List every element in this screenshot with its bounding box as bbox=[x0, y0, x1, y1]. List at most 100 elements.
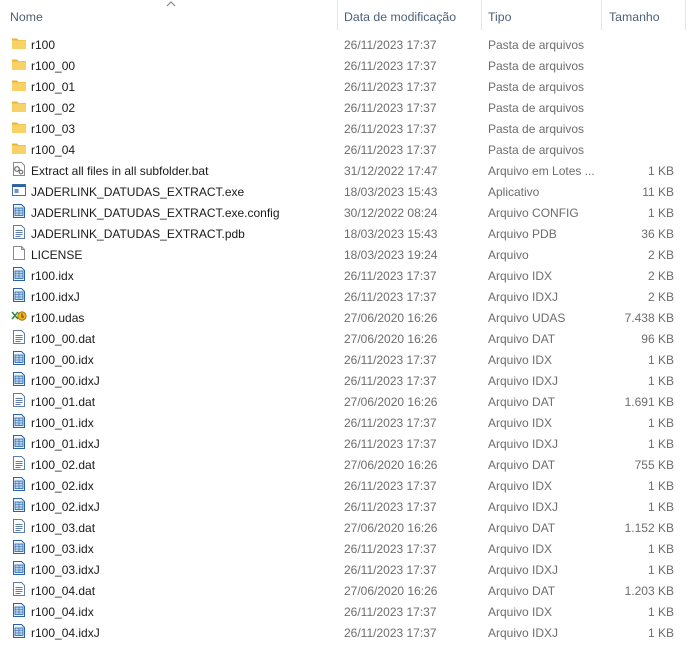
file-name[interactable]: r100_02.idx bbox=[31, 476, 94, 497]
file-type: Arquivo IDXJ bbox=[488, 626, 559, 640]
file-row[interactable]: JADERLINK_DATUDAS_EXTRACT.pdb 18/03/2023 … bbox=[0, 224, 694, 245]
folder-row[interactable]: r100_00 26/11/2023 17:37 Pasta de arquivos bbox=[0, 56, 694, 77]
file-name[interactable]: r100_00.dat bbox=[31, 329, 95, 350]
file-row[interactable]: JADERLINK_DATUDAS_EXTRACT.exe 18/03/2023 … bbox=[0, 182, 694, 203]
file-name[interactable]: r100_02.idxJ bbox=[31, 497, 100, 518]
file-modified-date: 26/11/2023 17:37 bbox=[344, 374, 437, 388]
file-name[interactable]: r100_03.idxJ bbox=[31, 560, 100, 581]
file-name[interactable]: LICENSE bbox=[31, 245, 82, 266]
file-name[interactable]: r100_01.idx bbox=[31, 413, 94, 434]
folder-icon bbox=[11, 98, 27, 114]
file-row[interactable]: LICENSE 18/03/2023 19:24 Arquivo 2 KB bbox=[0, 245, 694, 266]
file-name[interactable]: Extract all files in all subfolder.bat bbox=[31, 161, 208, 182]
column-divider[interactable] bbox=[337, 0, 338, 30]
file-type: Arquivo bbox=[488, 248, 529, 262]
file-row[interactable]: r100_00.idxJ 26/11/2023 17:37 Arquivo IDXJ… bbox=[0, 371, 694, 392]
column-header-date[interactable]: Data de modificação bbox=[344, 0, 456, 32]
file-type: Aplicativo bbox=[488, 185, 540, 199]
file-row[interactable]: r100_03.idx 26/11/2023 17:37 Arquivo IDX 1 … bbox=[0, 539, 694, 560]
file-row[interactable]: r100_03.idxJ 26/11/2023 17:37 Arquivo IDXJ… bbox=[0, 560, 694, 581]
file-size: 1 KB bbox=[647, 563, 674, 577]
batch-file-icon bbox=[11, 161, 27, 177]
column-header-bar: Nome Data de modificação Tipo Tamanho bbox=[0, 0, 694, 32]
file-modified-date: 18/03/2023 15:43 bbox=[344, 185, 438, 199]
file-row[interactable]: r100_01.idxJ 26/11/2023 17:37 Arquivo IDXJ… bbox=[0, 434, 694, 455]
file-name[interactable]: r100_00.idxJ bbox=[31, 371, 100, 392]
file-name[interactable]: r100_02.dat bbox=[31, 455, 95, 476]
file-name[interactable]: r100_03.dat bbox=[31, 518, 95, 539]
file-name[interactable]: r100_00.idx bbox=[31, 350, 94, 371]
file-name[interactable]: r100_00 bbox=[31, 56, 75, 77]
folder-row[interactable]: r100_02 26/11/2023 17:37 Pasta de arquivos bbox=[0, 98, 694, 119]
column-divider[interactable] bbox=[481, 0, 482, 30]
column-divider[interactable] bbox=[601, 0, 602, 30]
file-name[interactable]: r100.idxJ bbox=[31, 287, 80, 308]
file-type: Arquivo PDB bbox=[488, 227, 557, 241]
file-name[interactable]: r100.idx bbox=[31, 266, 74, 287]
file-row[interactable]: r100_02.idxJ 26/11/2023 17:37 Arquivo IDXJ… bbox=[0, 497, 694, 518]
file-row[interactable]: r100.idx 26/11/2023 17:37 Arquivo IDX 2 KB bbox=[0, 266, 694, 287]
file-row[interactable]: r100_01.dat 27/06/2020 16:26 Arquivo DAT 1.… bbox=[0, 392, 694, 413]
column-divider[interactable] bbox=[685, 0, 686, 30]
file-type: Arquivo DAT bbox=[488, 458, 556, 472]
file-row[interactable]: JADERLINK_DATUDAS_EXTRACT.exe.config 30/1… bbox=[0, 203, 694, 224]
file-modified-date: 27/06/2020 16:26 bbox=[344, 521, 438, 535]
file-name[interactable]: JADERLINK_DATUDAS_EXTRACT.pdb bbox=[31, 224, 245, 245]
file-size: 36 KB bbox=[641, 227, 674, 241]
file-name[interactable]: r100_01.idxJ bbox=[31, 434, 100, 455]
file-name[interactable]: r100_04 bbox=[31, 140, 75, 161]
file-type: Arquivo DAT bbox=[488, 521, 556, 535]
file-row[interactable]: r100_02.dat 27/06/2020 16:26 Arquivo DAT 75… bbox=[0, 455, 694, 476]
file-row[interactable]: r100_03.dat 27/06/2020 16:26 Arquivo DAT 1.… bbox=[0, 518, 694, 539]
file-modified-date: 26/11/2023 17:37 bbox=[344, 122, 437, 136]
file-modified-date: 26/11/2023 17:37 bbox=[344, 38, 437, 52]
file-type: Pasta de arquivos bbox=[488, 143, 585, 157]
text-file-icon bbox=[11, 455, 27, 471]
file-name[interactable]: r100_04.idx bbox=[31, 602, 94, 623]
file-modified-date: 26/11/2023 17:37 bbox=[344, 59, 437, 73]
file-size: 1.203 KB bbox=[624, 584, 674, 598]
file-type: Arquivo DAT bbox=[488, 584, 556, 598]
file-size: 2 KB bbox=[647, 248, 674, 262]
file-row[interactable]: r100_00.idx 26/11/2023 17:37 Arquivo IDX 1 … bbox=[0, 350, 694, 371]
file-size: 7.438 KB bbox=[624, 311, 674, 325]
column-header-type[interactable]: Tipo bbox=[488, 0, 511, 32]
file-size: 96 KB bbox=[641, 332, 674, 346]
file-name[interactable]: r100_03.idx bbox=[31, 539, 94, 560]
file-type: Arquivo DAT bbox=[488, 332, 556, 346]
file-name[interactable]: r100_01.dat bbox=[31, 392, 95, 413]
file-row[interactable]: r100.idxJ 26/11/2023 17:37 Arquivo IDXJ 2 K… bbox=[0, 287, 694, 308]
folder-row[interactable]: r100_04 26/11/2023 17:37 Pasta de arquivos bbox=[0, 140, 694, 161]
data-file-icon bbox=[11, 371, 27, 387]
folder-row[interactable]: r100 26/11/2023 17:37 Pasta de arquivos bbox=[0, 35, 694, 56]
file-row[interactable]: Extract all files in all subfolder.bat 31… bbox=[0, 161, 694, 182]
file-row[interactable]: r100_00.dat 27/06/2020 16:26 Arquivo DAT 96… bbox=[0, 329, 694, 350]
file-row[interactable]: r100_04.dat 27/06/2020 16:26 Arquivo DAT 1.… bbox=[0, 581, 694, 602]
sort-ascending-icon[interactable] bbox=[166, 0, 176, 8]
file-name[interactable]: r100_03 bbox=[31, 119, 75, 140]
file-name[interactable]: r100_02 bbox=[31, 98, 75, 119]
folder-row[interactable]: r100_03 26/11/2023 17:37 Pasta de arquivos bbox=[0, 119, 694, 140]
file-row[interactable]: r100_04.idx 26/11/2023 17:37 Arquivo IDX 1 … bbox=[0, 602, 694, 623]
data-file-icon bbox=[11, 602, 27, 618]
file-modified-date: 26/11/2023 17:37 bbox=[344, 269, 437, 283]
folder-icon bbox=[11, 56, 27, 72]
file-row[interactable]: r100_02.idx 26/11/2023 17:37 Arquivo IDX 1 … bbox=[0, 476, 694, 497]
file-name[interactable]: r100 bbox=[31, 35, 55, 56]
file-type: Arquivo UDAS bbox=[488, 311, 566, 325]
file-name[interactable]: r100.udas bbox=[31, 308, 84, 329]
file-name[interactable]: JADERLINK_DATUDAS_EXTRACT.exe.config bbox=[31, 203, 280, 224]
file-row[interactable]: r100.udas 27/06/2020 16:26 Arquivo UDAS 7.4… bbox=[0, 308, 694, 329]
file-name[interactable]: r100_04.idxJ bbox=[31, 623, 100, 644]
folder-icon bbox=[11, 119, 27, 135]
file-size: 1.152 KB bbox=[624, 521, 674, 535]
column-header-name[interactable]: Nome bbox=[10, 0, 43, 32]
file-name[interactable]: r100_01 bbox=[31, 77, 75, 98]
data-file-icon bbox=[11, 539, 27, 555]
file-name[interactable]: JADERLINK_DATUDAS_EXTRACT.exe bbox=[31, 182, 244, 203]
folder-row[interactable]: r100_01 26/11/2023 17:37 Pasta de arquivos bbox=[0, 77, 694, 98]
file-name[interactable]: r100_04.dat bbox=[31, 581, 95, 602]
file-row[interactable]: r100_01.idx 26/11/2023 17:37 Arquivo IDX 1 … bbox=[0, 413, 694, 434]
file-row[interactable]: r100_04.idxJ 26/11/2023 17:37 Arquivo IDXJ… bbox=[0, 623, 694, 644]
column-header-size[interactable]: Tamanho bbox=[609, 0, 660, 32]
